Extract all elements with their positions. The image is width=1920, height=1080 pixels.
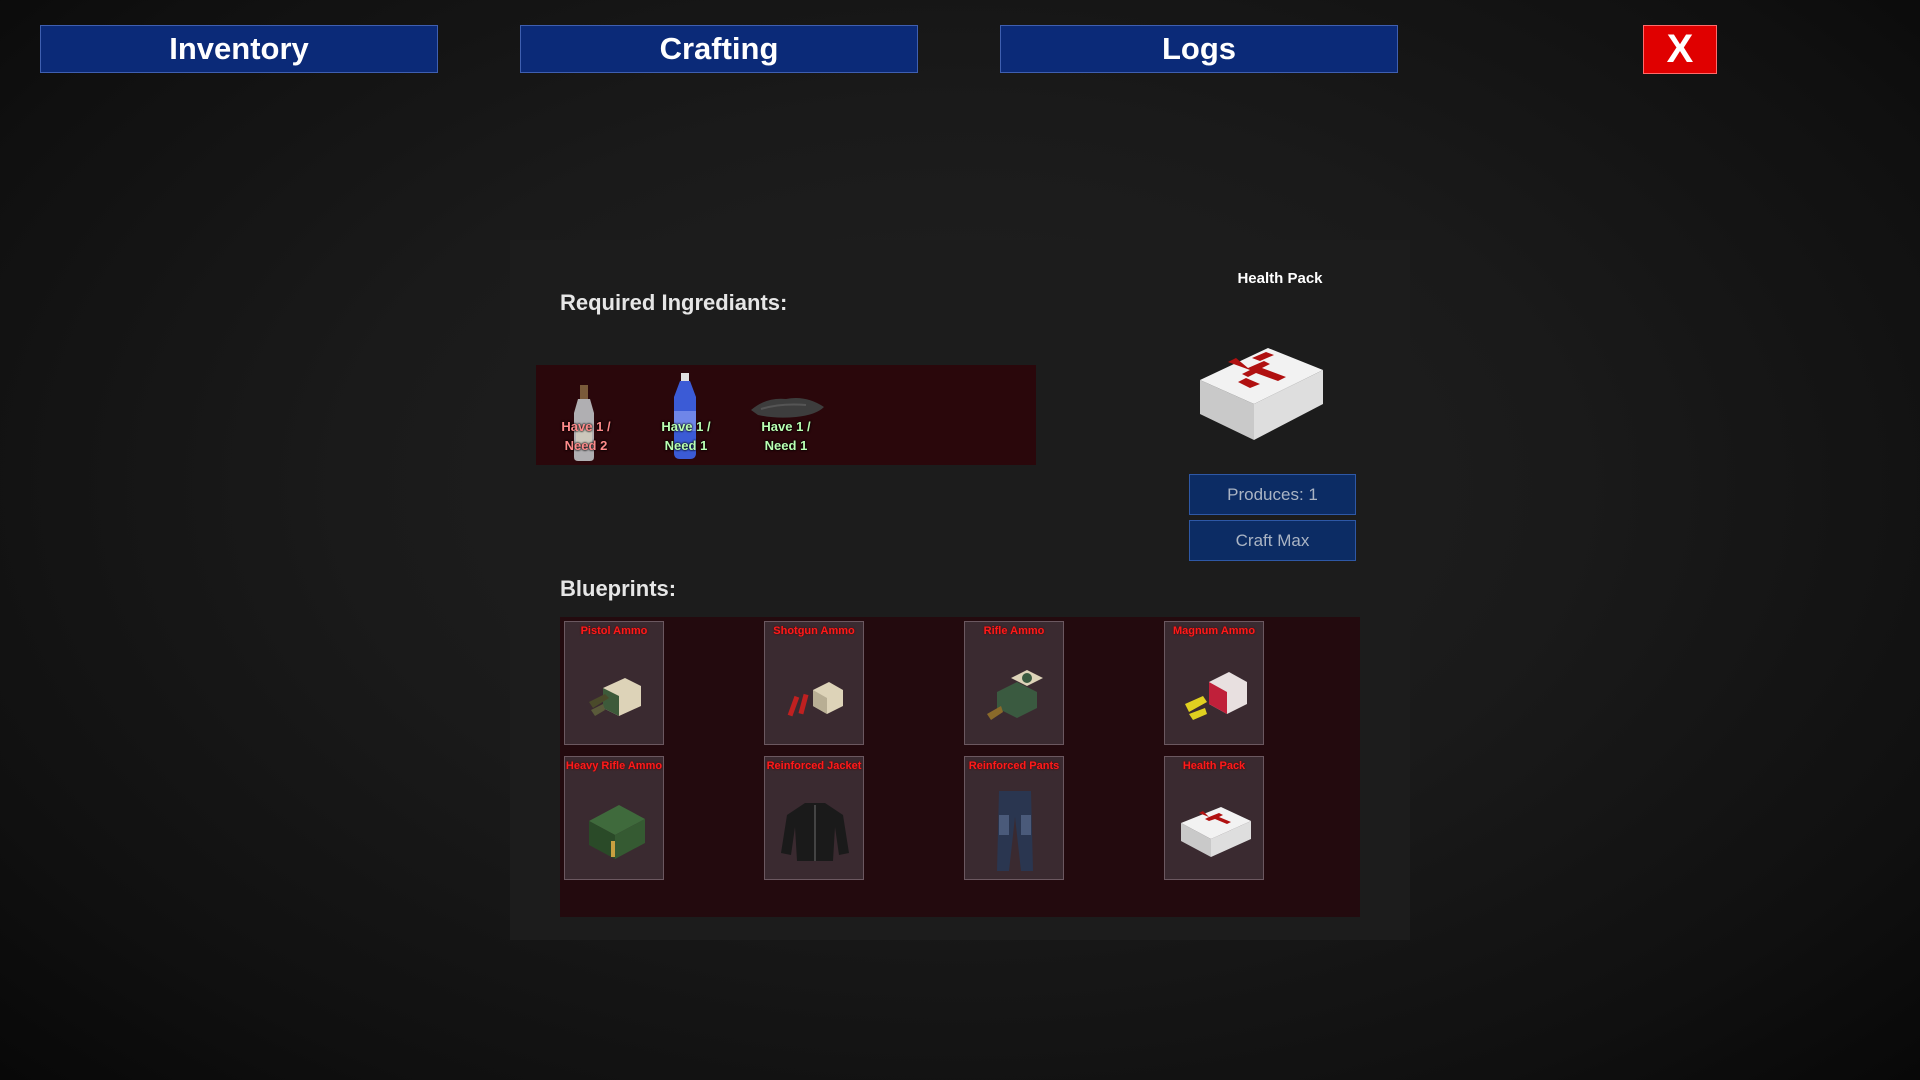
tab-crafting[interactable]: Crafting xyxy=(520,25,918,73)
ingredients-list: Have 1 / Need 2 Have 1 / Need 1 Have 1 /… xyxy=(536,365,1036,465)
blueprint-label: Rifle Ammo xyxy=(983,625,1045,637)
blueprint-health-pack[interactable]: Health Pack xyxy=(1164,756,1264,880)
ingredient-count: Have 1 / Need 1 xyxy=(661,419,711,453)
blueprint-label: Reinforced Pants xyxy=(968,760,1060,772)
magnum-ammo-icon xyxy=(1185,672,1247,720)
ingredient-item[interactable]: Have 1 / Need 1 xyxy=(636,365,736,465)
rifle-ammo-icon xyxy=(987,670,1043,720)
blueprint-label: Magnum Ammo xyxy=(1172,625,1256,637)
blueprint-reinforced-jacket[interactable]: Reinforced Jacket xyxy=(764,756,864,880)
produces-button[interactable]: Produces: 1 xyxy=(1189,474,1356,515)
tab-inventory[interactable]: Inventory xyxy=(40,25,438,73)
jacket-icon xyxy=(781,803,849,861)
blueprint-rifle-ammo[interactable]: Rifle Ammo xyxy=(964,621,1064,745)
blueprint-shotgun-ammo[interactable]: Shotgun Ammo xyxy=(764,621,864,745)
health-pack-icon xyxy=(1181,807,1251,857)
blueprint-reinforced-pants[interactable]: Reinforced Pants xyxy=(964,756,1064,880)
health-pack-icon xyxy=(1200,348,1323,440)
blueprint-heavy-rifle-ammo[interactable]: Heavy Rifle Ammo xyxy=(564,756,664,880)
blueprints-title: Blueprints: xyxy=(560,576,677,601)
blueprint-label: Reinforced Jacket xyxy=(766,760,862,772)
blueprint-pistol-ammo[interactable]: Pistol Ammo xyxy=(564,621,664,745)
ingredient-count: Have 1 / Need 1 xyxy=(761,419,811,453)
shotgun-ammo-icon xyxy=(787,682,843,717)
craft-max-button[interactable]: Craft Max xyxy=(1189,520,1356,561)
crafting-panel: Required Ingrediants: Have 1 / Need 2 Ha… xyxy=(510,240,1410,940)
close-button[interactable]: X xyxy=(1643,25,1717,74)
blueprint-label: Health Pack xyxy=(1182,760,1246,772)
ingredient-item[interactable]: Have 1 / Need 2 xyxy=(536,365,636,465)
blueprints-grid: Pistol Ammo Shotgun Ammo Rifle Ammo Magn… xyxy=(560,617,1360,917)
heavy-rifle-ammo-icon xyxy=(589,805,645,859)
blueprint-label: Heavy Rifle Ammo xyxy=(565,760,663,772)
blueprint-magnum-ammo[interactable]: Magnum Ammo xyxy=(1164,621,1264,745)
pants-icon xyxy=(997,791,1033,871)
blueprint-label: Pistol Ammo xyxy=(580,625,648,637)
tab-logs[interactable]: Logs xyxy=(1000,25,1398,73)
ingredient-item[interactable]: Have 1 / Need 1 xyxy=(736,365,836,465)
required-ingredients-title: Required Ingrediants: xyxy=(560,290,788,315)
pistol-ammo-icon xyxy=(589,678,641,716)
ingredient-count: Have 1 / Need 2 xyxy=(561,419,611,453)
product-name: Health Pack xyxy=(1237,270,1323,287)
blueprint-label: Shotgun Ammo xyxy=(773,625,855,637)
